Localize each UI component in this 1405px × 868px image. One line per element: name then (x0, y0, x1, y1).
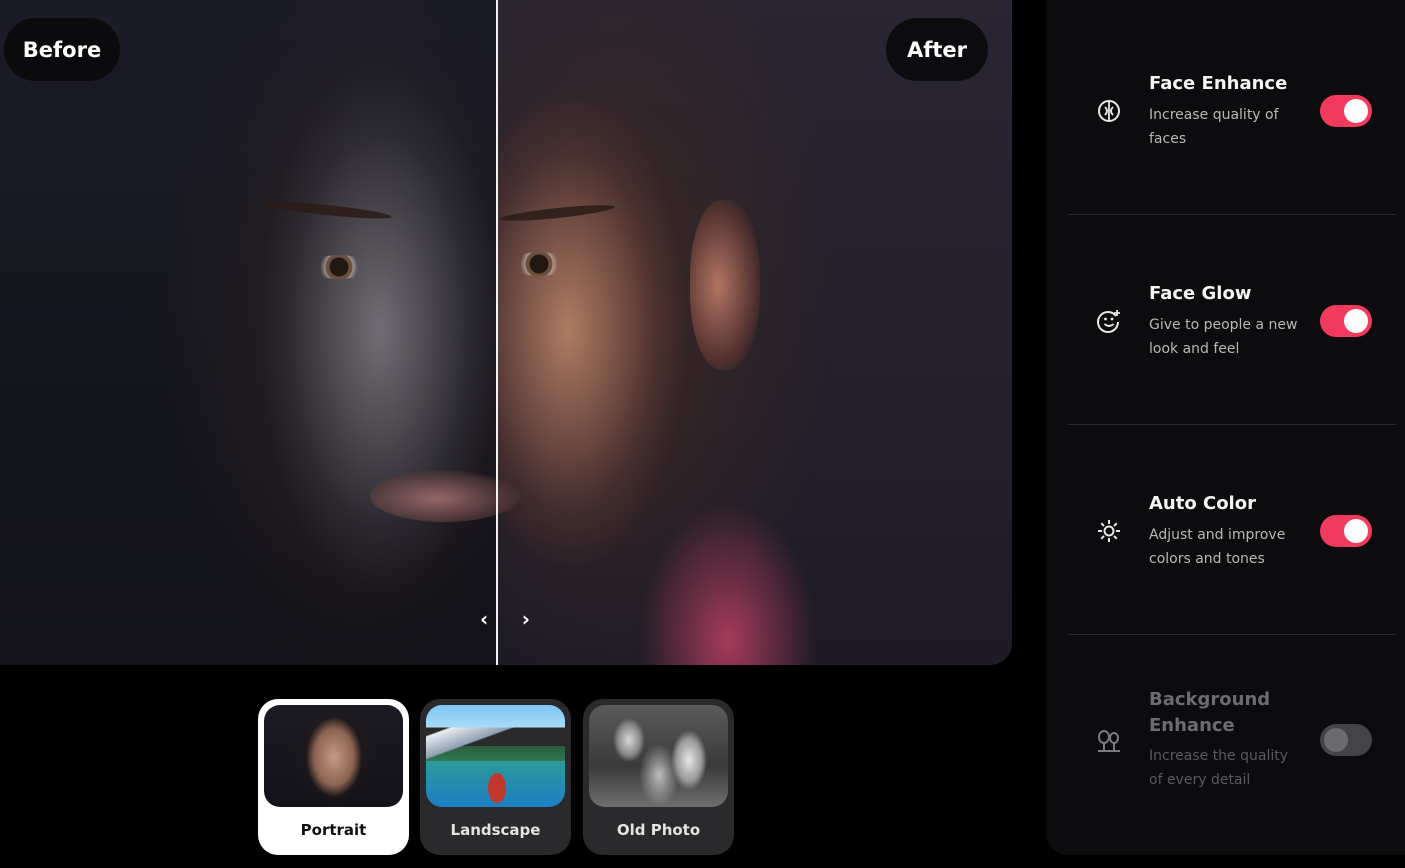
setting-title: Face Glow (1149, 283, 1252, 304)
setting-description: Increase the quality of every detail (1149, 748, 1289, 788)
preset-label: Old Photo (616, 821, 701, 839)
landscape-thumbnail (426, 705, 565, 807)
enhance-settings-panel: Face Enhance Increase quality of faces F… (1046, 0, 1405, 855)
face-enhance-icon (1098, 100, 1120, 122)
toggle-knob (1344, 309, 1368, 333)
preset-old-photo[interactable]: Old Photo (583, 699, 734, 855)
background-enhance-toggle[interactable] (1320, 724, 1372, 756)
compare-slider-handle[interactable]: ‹ › (480, 605, 530, 633)
preset-landscape[interactable]: Landscape (420, 699, 571, 855)
after-badge: After (886, 18, 988, 81)
toggle-knob (1344, 99, 1368, 123)
trees-icon (1098, 730, 1120, 752)
setting-title: Face Enhance (1149, 73, 1288, 94)
setting-description: Increase quality of faces (1149, 107, 1279, 147)
face-detail (690, 200, 760, 370)
compare-viewer[interactable]: ‹ › Before After (0, 0, 1012, 665)
before-badge: Before (4, 18, 120, 81)
portrait-thumbnail (264, 705, 403, 807)
setting-description: Give to people a new look and feel (1149, 317, 1298, 357)
before-image (0, 0, 498, 665)
preset-portrait[interactable]: Portrait (258, 699, 409, 855)
face-enhance-toggle[interactable] (1320, 95, 1372, 127)
old-photo-thumbnail (589, 705, 728, 807)
setting-auto-color: Auto Color Adjust and improve colors and… (1046, 420, 1405, 629)
setting-face-glow: Face Glow Give to people a new look and … (1046, 210, 1405, 419)
toggle-knob (1344, 519, 1368, 543)
face-glow-toggle[interactable] (1320, 305, 1372, 337)
setting-face-enhance: Face Enhance Increase quality of faces (1046, 0, 1405, 209)
setting-title: Background Enhance (1149, 689, 1271, 736)
chevron-right-icon: › (521, 607, 530, 631)
chevron-left-icon: ‹ (480, 607, 489, 631)
setting-background-enhance: Background Enhance Increase the quality … (1046, 630, 1405, 839)
auto-color-toggle[interactable] (1320, 515, 1372, 547)
toggle-knob (1324, 728, 1348, 752)
preset-label: Landscape (450, 821, 541, 839)
face-detail (510, 252, 568, 276)
compare-slider-line[interactable] (496, 0, 498, 665)
setting-description: Adjust and improve colors and tones (1149, 527, 1286, 567)
setting-title: Auto Color (1149, 493, 1256, 514)
preset-label: Portrait (300, 821, 367, 839)
sun-icon (1098, 520, 1120, 542)
face-detail (310, 255, 368, 279)
face-glow-icon (1097, 310, 1120, 333)
